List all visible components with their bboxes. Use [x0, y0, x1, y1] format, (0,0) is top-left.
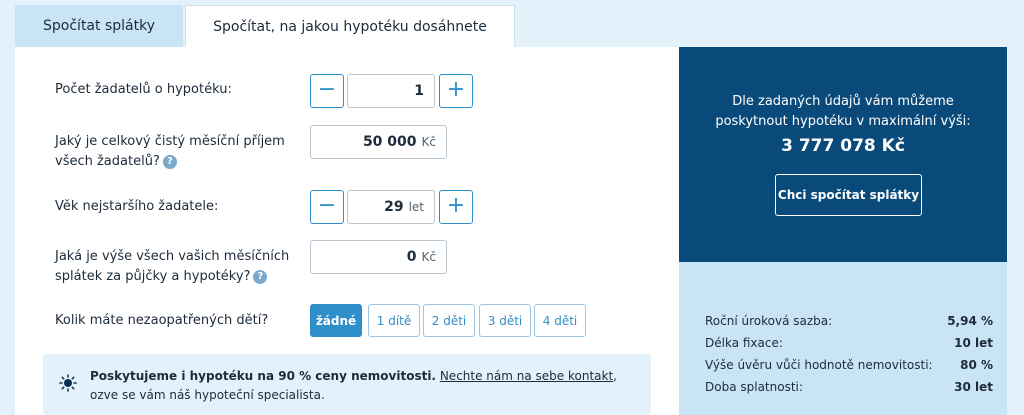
- info-text: Poskytujeme i hypotéku na 90 % ceny nemo…: [90, 367, 635, 405]
- lightbulb-icon: [59, 374, 77, 392]
- info-bold: Poskytujeme i hypotéku na 90 % ceny nemo…: [90, 369, 436, 383]
- result-text: Dle zadaných údajů vám můžeme poskytnout…: [679, 92, 1007, 132]
- param-label: Roční úroková sazba:: [705, 314, 833, 328]
- children-label: Kolik máte nezaopatřených dětí?: [55, 313, 269, 328]
- income-label-line2: všech žadatelů?: [55, 154, 160, 169]
- param-value: 30 let: [954, 380, 993, 394]
- param-label: Výše úvěru vůči hodnotě nemovitosti:: [705, 358, 933, 372]
- form-panel: Počet žadatelů o hypotéku: − 1 + Jaký je…: [15, 47, 680, 415]
- payments-label-line1: Jaká je výše všech vašich měsíčních: [55, 249, 290, 264]
- applicants-plus-button[interactable]: +: [439, 74, 473, 108]
- age-label: Věk nejstaršího žadatele:: [55, 199, 219, 214]
- param-row: Výše úvěru vůči hodnotě nemovitosti: 80 …: [705, 358, 993, 372]
- children-option-2[interactable]: 2 děti: [423, 304, 475, 337]
- result-panel: Dle zadaných údajů vám můžeme poskytnout…: [679, 47, 1007, 262]
- help-icon[interactable]: ?: [253, 269, 268, 284]
- contact-link[interactable]: Nechte nám na sebe kontakt: [440, 369, 613, 383]
- children-option-1[interactable]: 1 dítě: [368, 304, 420, 337]
- payments-label-line2: splátek za půjčky a hypotéky?: [55, 269, 251, 284]
- income-label: Jaký je celkový čistý měsíční příjem vše…: [55, 132, 285, 172]
- age-input[interactable]: 29 let: [347, 190, 435, 224]
- tab-calculate-mortgage[interactable]: Spočítat, na jakou hypotéku dosáhnete: [185, 5, 515, 48]
- params-panel: Roční úroková sazba: 5,94 % Délka fixace…: [679, 262, 1007, 415]
- param-value: 80 %: [960, 358, 993, 372]
- result-amount: 3 777 078 Kč: [781, 136, 905, 156]
- param-value: 10 let: [954, 336, 993, 350]
- payments-unit: Kč: [421, 250, 436, 264]
- applicants-label: Počet žadatelů o hypotéku:: [55, 82, 232, 97]
- applicants-input[interactable]: 1: [347, 74, 435, 108]
- income-input[interactable]: 50 000 Kč: [310, 125, 447, 159]
- income-value: 50 000: [362, 134, 417, 150]
- applicants-value: 1: [414, 83, 424, 99]
- income-label-line1: Jaký je celkový čistý měsíční příjem: [55, 134, 285, 149]
- age-unit: let: [408, 200, 424, 214]
- payments-input[interactable]: 0 Kč: [310, 240, 447, 274]
- applicants-minus-button[interactable]: −: [310, 74, 344, 108]
- param-row: Roční úroková sazba: 5,94 %: [705, 314, 993, 328]
- children-option-4[interactable]: 4 děti: [534, 304, 586, 337]
- param-value: 5,94 %: [947, 314, 993, 328]
- result-text-line2: poskytnout hypotéku v maximální výši:: [715, 114, 971, 129]
- help-icon[interactable]: ?: [162, 154, 177, 169]
- param-row: Doba splatnosti: 30 let: [705, 380, 993, 394]
- param-label: Délka fixace:: [705, 336, 783, 350]
- age-plus-button[interactable]: +: [439, 190, 473, 224]
- children-option-none[interactable]: žádné: [310, 304, 362, 337]
- children-option-3[interactable]: 3 děti: [479, 304, 531, 337]
- tab-calculate-payments[interactable]: Spočítat splátky: [15, 5, 183, 47]
- payments-value: 0: [406, 249, 417, 265]
- param-row: Délka fixace: 10 let: [705, 336, 993, 350]
- param-label: Doba splatnosti:: [705, 380, 803, 394]
- age-minus-button[interactable]: −: [310, 190, 344, 224]
- calculate-payments-button[interactable]: Chci spočítat splátky: [775, 174, 922, 216]
- income-unit: Kč: [421, 135, 436, 149]
- age-value: 29: [384, 199, 404, 215]
- info-box: Poskytujeme i hypotéku na 90 % ceny nemo…: [43, 354, 651, 415]
- payments-label: Jaká je výše všech vašich měsíčních splá…: [55, 247, 289, 287]
- result-text-line1: Dle zadaných údajů vám můžeme: [732, 94, 954, 109]
